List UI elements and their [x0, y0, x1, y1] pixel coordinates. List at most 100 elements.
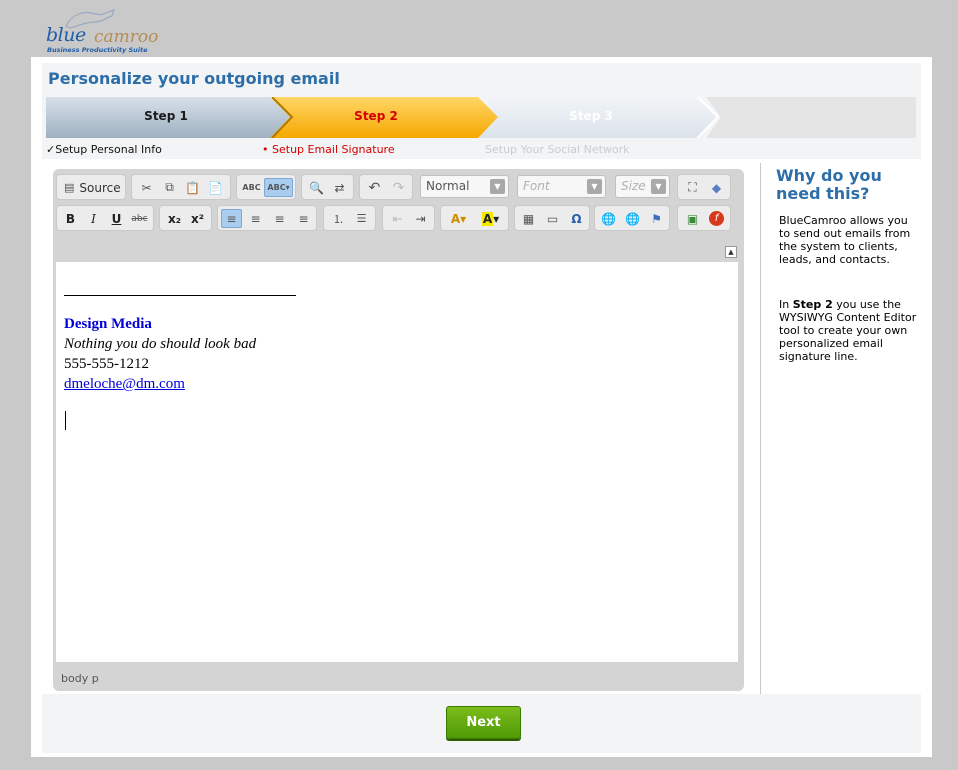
- link-icon[interactable]: 🌐: [598, 209, 619, 228]
- horizontal-rule-icon[interactable]: ▭: [542, 209, 563, 228]
- anchor-flag-icon[interactable]: ⚑: [646, 209, 667, 228]
- align-left-icon[interactable]: ≡: [221, 209, 242, 228]
- text-style-group: B I U abc: [56, 205, 154, 231]
- logo-tagline: Business Productivity Suite: [47, 46, 148, 54]
- align-center-icon[interactable]: ≡: [245, 209, 266, 228]
- document-icon: ▤: [64, 181, 75, 194]
- subscript-icon[interactable]: x₂: [164, 209, 185, 228]
- paste-word-icon[interactable]: 📄: [205, 178, 226, 197]
- signature-company: Design Media: [64, 316, 152, 332]
- signature-tagline: Nothing you do should look bad: [64, 336, 257, 352]
- table-icon[interactable]: ▦: [518, 209, 539, 228]
- cut-icon[interactable]: ✂: [136, 178, 157, 197]
- chevron-down-icon: ▼: [651, 179, 666, 194]
- font-select[interactable]: Font ▼: [517, 175, 606, 198]
- format-select[interactable]: Normal ▼: [420, 175, 509, 198]
- page-title: Personalize your outgoing email: [48, 69, 340, 88]
- bullet-icon: •: [262, 143, 269, 156]
- spellcheck-group: ABC ABC▾: [236, 174, 296, 200]
- wizard-footer: Next: [42, 694, 921, 753]
- wysiwyg-editor: ▤ Source ✂ ⧉ 📋 📄 ABC ABC▾ 🔍 ⇄ ↶ ↷ Normal…: [53, 169, 744, 691]
- maximize-icon[interactable]: ⛶: [682, 178, 703, 197]
- chevron-down-icon: ▼: [587, 179, 602, 194]
- substep-3: Setup Your Social Network: [485, 143, 630, 156]
- indent-icon[interactable]: ⇥: [410, 209, 431, 228]
- find-group: 🔍 ⇄: [301, 174, 354, 200]
- indent-group: ⇤ ⇥: [382, 205, 435, 231]
- copy-icon[interactable]: ⧉: [159, 178, 180, 197]
- view-group: ⛶ ◆: [677, 174, 731, 200]
- chevron-down-icon: ▼: [490, 179, 505, 194]
- background-color-icon[interactable]: A ▾: [476, 209, 505, 228]
- text-cursor: [65, 411, 66, 430]
- signature-separator: [64, 295, 296, 296]
- sidebar-paragraph-2: In Step 2 you use the WYSIWYG Content Ed…: [779, 298, 919, 363]
- undo-group: ↶ ↷: [359, 174, 413, 200]
- clipboard-group: ✂ ⧉ 📋 📄: [131, 174, 231, 200]
- find-icon[interactable]: 🔍: [306, 178, 327, 197]
- outdent-icon[interactable]: ⇤: [387, 209, 408, 228]
- source-button[interactable]: ▤ Source: [60, 178, 124, 197]
- size-placeholder: Size: [621, 179, 646, 193]
- undo-icon[interactable]: ↶: [364, 178, 385, 197]
- color-group: A▾ A ▾: [440, 205, 509, 231]
- superscript-icon[interactable]: x²: [187, 209, 208, 228]
- editor-content[interactable]: Design Media Nothing you do should look …: [56, 262, 738, 662]
- eraser-icon[interactable]: ◆: [706, 178, 727, 197]
- special-char-icon[interactable]: Ω: [566, 209, 587, 228]
- italic-icon[interactable]: I: [83, 209, 104, 228]
- image-icon[interactable]: ▣: [682, 209, 703, 228]
- format-value: Normal: [426, 179, 470, 193]
- sidebar-title: Why do you need this?: [776, 166, 882, 203]
- unlink-icon[interactable]: 🌐: [622, 209, 643, 228]
- step-2-label[interactable]: Step 2: [336, 109, 416, 123]
- redo-icon[interactable]: ↷: [388, 178, 409, 197]
- bluecamroo-logo: blue camroo Business Productivity Suite: [44, 8, 164, 58]
- sidebar-paragraph-1: BlueCamroo allows you to send out emails…: [779, 214, 911, 266]
- text-color-icon[interactable]: A▾: [444, 209, 473, 228]
- signature-phone: 555-555-1212: [64, 356, 149, 372]
- list-group: ⒈ ☰: [323, 205, 376, 231]
- check-icon: ✓: [46, 143, 56, 156]
- media-group: ▣ f: [677, 205, 731, 231]
- size-select[interactable]: Size ▼: [615, 175, 670, 198]
- substep-2-label: Setup Email Signature: [272, 143, 395, 156]
- paste-icon[interactable]: 📋: [182, 178, 203, 197]
- substep-3-label: Setup Your Social Network: [485, 143, 630, 156]
- substep-2: • Setup Email Signature: [262, 143, 395, 156]
- collapse-toolbar-icon[interactable]: ▲: [725, 246, 737, 258]
- link-group: 🌐 🌐 ⚑: [594, 205, 670, 231]
- sidebar-divider: [760, 163, 761, 694]
- align-justify-icon[interactable]: ≡: [293, 209, 314, 228]
- insert-group: ▦ ▭ Ω: [514, 205, 590, 231]
- flash-icon[interactable]: f: [706, 209, 727, 228]
- bulleted-list-icon[interactable]: ☰: [351, 209, 372, 228]
- replace-icon[interactable]: ⇄: [329, 178, 350, 197]
- substep-1: ✓Setup Personal Info: [46, 143, 162, 156]
- signature-email-link[interactable]: dmeloche@dm.com: [64, 376, 185, 393]
- strikethrough-icon[interactable]: abc: [129, 209, 150, 228]
- script-group: x₂ x²: [159, 205, 212, 231]
- logo-word-camroo: camroo: [94, 27, 159, 47]
- wizard-steps: Step 1 Step 2 Step 3: [46, 97, 916, 138]
- main-container: Personalize your outgoing email Step 1 S…: [31, 57, 932, 757]
- align-group: ≡ ≡ ≡ ≡: [217, 205, 317, 231]
- font-placeholder: Font: [523, 179, 550, 193]
- logo-word-blue: blue: [46, 24, 86, 46]
- step-1-label[interactable]: Step 1: [126, 109, 206, 123]
- element-path-bar[interactable]: body p: [61, 672, 99, 685]
- step-3-label[interactable]: Step 3: [551, 109, 631, 123]
- numbered-list-icon[interactable]: ⒈: [328, 209, 349, 228]
- source-label: Source: [79, 180, 121, 195]
- align-right-icon[interactable]: ≡: [269, 209, 290, 228]
- underline-icon[interactable]: U: [106, 209, 127, 228]
- sidebar-p2-pre: In: [779, 298, 793, 311]
- bold-icon[interactable]: B: [60, 209, 81, 228]
- spellcheck-icon[interactable]: ABC: [241, 178, 262, 197]
- substep-1-label: Setup Personal Info: [55, 143, 162, 156]
- wizard-header: Personalize your outgoing email Step 1 S…: [42, 63, 921, 159]
- sidebar-p2-bold: Step 2: [792, 298, 833, 311]
- spellcheck-as-you-type-icon[interactable]: ABC▾: [264, 178, 293, 197]
- source-group: ▤ Source: [56, 174, 126, 200]
- next-button[interactable]: Next: [446, 706, 521, 739]
